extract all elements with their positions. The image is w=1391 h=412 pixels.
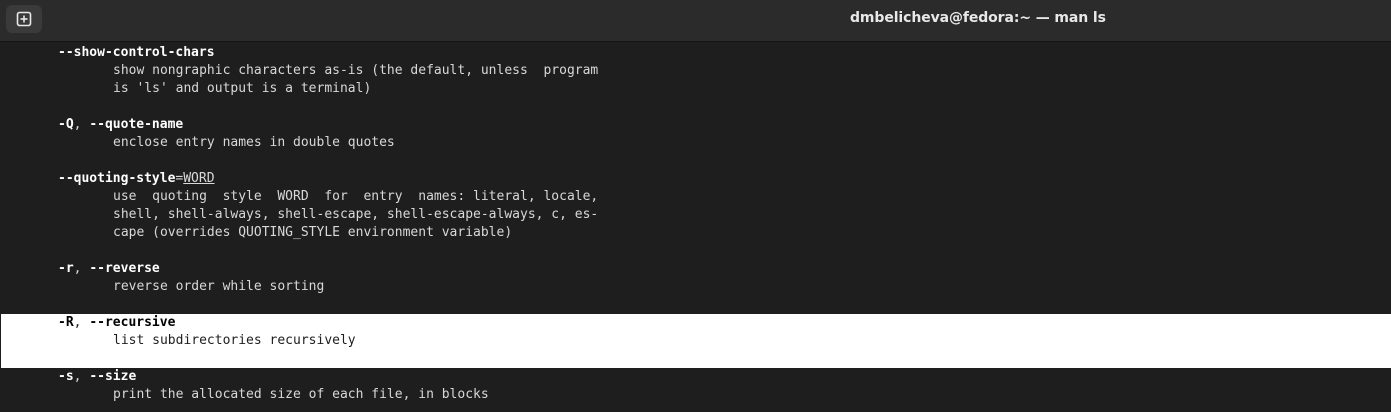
option-separator: , <box>73 369 90 384</box>
option-short-flag: -Q <box>58 117 74 132</box>
new-tab-button[interactable] <box>6 5 42 33</box>
option-description: enclose entry names in double quotes <box>113 135 395 150</box>
option-description: is 'ls' and output is a terminal) <box>113 81 372 96</box>
option-separator: , <box>73 261 90 276</box>
title-bar: dmbelicheva@fedora:~ — man ls <box>0 0 1391 42</box>
option-short-flag: -R <box>58 315 74 330</box>
option-description: list subdirectories recursively <box>113 333 356 348</box>
option-flag: --show-control-chars <box>58 45 215 60</box>
option-long-flag: --reverse <box>89 261 160 276</box>
option-recursive: -R, --recursive <box>58 314 175 332</box>
option-description: cape (overrides QUOTING_STYLE environmen… <box>113 225 513 240</box>
option-separator: , <box>73 117 90 132</box>
option-description: use quoting style WORD for entry names: … <box>113 189 599 204</box>
option-flag: --quoting-style <box>58 171 176 186</box>
option-short-flag: -s <box>58 369 74 384</box>
option-long-flag: --recursive <box>89 315 176 330</box>
option-description: reverse order while sorting <box>113 279 325 294</box>
option-description: show nongraphic characters as-is (the de… <box>113 63 599 78</box>
option-description: shell, shell-always, shell-escape, shell… <box>113 207 599 222</box>
terminal-content[interactable]: --show-control-chars show nongraphic cha… <box>0 43 1391 412</box>
option-quoting-style: --quoting-style=WORD <box>58 170 215 188</box>
option-quote-name: -Q, --quote-name <box>58 116 183 134</box>
option-short-flag: -r <box>58 261 74 276</box>
option-reverse: -r, --reverse <box>58 260 160 278</box>
window-title: dmbelicheva@fedora:~ — man ls <box>850 10 1106 26</box>
option-show-control-chars: --show-control-chars <box>58 44 215 62</box>
option-long-flag: --size <box>89 369 137 384</box>
option-separator: , <box>73 315 90 330</box>
new-tab-plus-icon <box>16 11 32 27</box>
option-long-flag: --quote-name <box>89 117 184 132</box>
option-argument: WORD <box>183 171 215 186</box>
option-size: -s, --size <box>58 368 136 386</box>
option-description: print the allocated size of each file, i… <box>113 387 489 402</box>
terminal-window: dmbelicheva@fedora:~ — man ls --show-con… <box>0 0 1391 412</box>
